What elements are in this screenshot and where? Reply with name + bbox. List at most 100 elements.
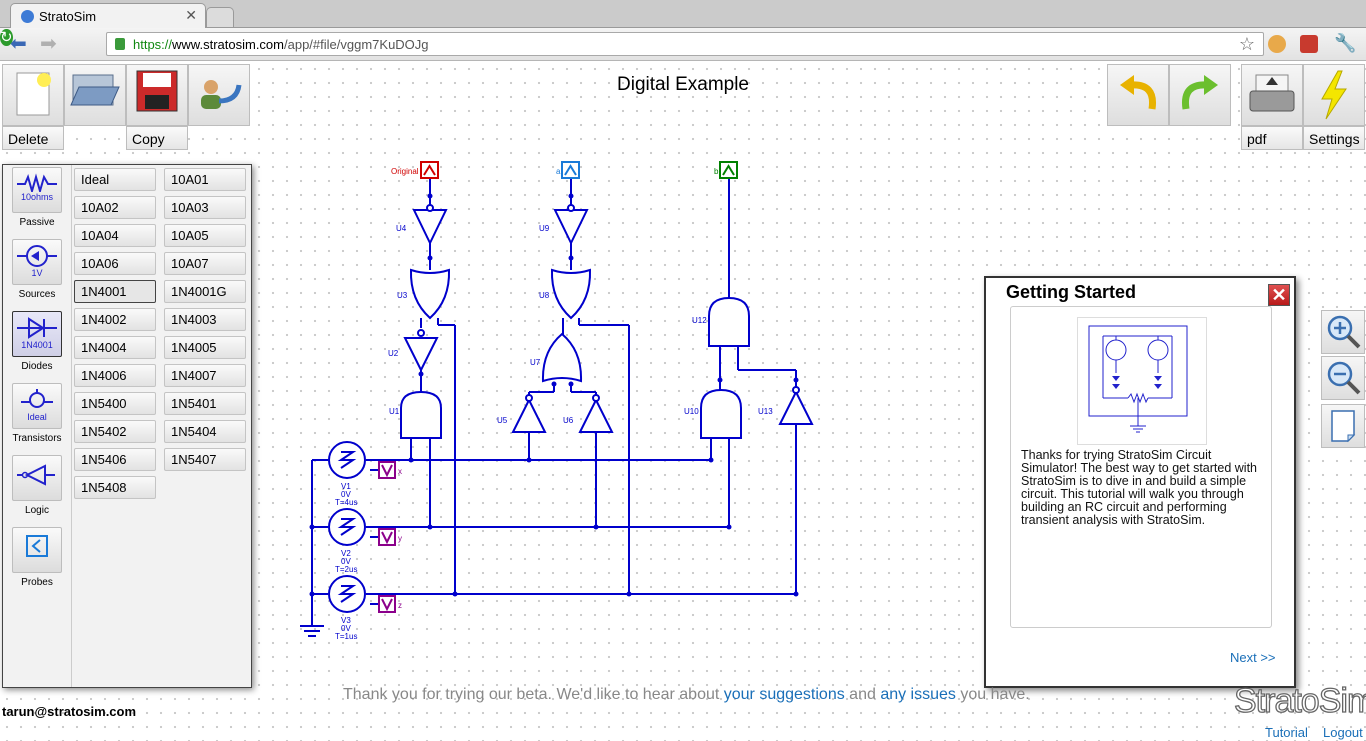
open-button[interactable] <box>64 64 126 126</box>
category-diodes[interactable]: 1N4001 <box>12 311 62 357</box>
part-1n5402[interactable]: 1N5402 <box>74 420 156 443</box>
probe-x[interactable] <box>378 461 396 479</box>
fit-page-button[interactable] <box>1321 404 1365 448</box>
tutorial-link[interactable]: Tutorial <box>1265 725 1308 740</box>
source-v2[interactable] <box>328 508 366 546</box>
part-1n4003[interactable]: 1N4003 <box>164 308 246 331</box>
settings-button[interactable] <box>1303 64 1365 126</box>
browser-tab-strip: StratoSim ✕ <box>0 0 1366 28</box>
zoom-out-button[interactable] <box>1321 356 1365 400</box>
dialog-close-button[interactable]: ✕ <box>1268 284 1290 306</box>
forward-arrow-icon[interactable]: ➡ <box>40 33 57 55</box>
probe-b[interactable] <box>719 161 738 179</box>
printer-icon <box>1249 74 1295 112</box>
category-transistors[interactable]: Ideal <box>12 383 62 429</box>
part-1n4001g[interactable]: 1N4001G <box>164 280 246 303</box>
undo-button[interactable] <box>1107 64 1169 126</box>
share-button[interactable] <box>188 64 250 126</box>
part-1n5407[interactable]: 1N5407 <box>164 448 246 471</box>
url-text[interactable]: https://www.stratosim.com/app/#file/vggm… <box>133 37 429 52</box>
label-u4: U4 <box>396 224 407 233</box>
gate-u6[interactable] <box>578 394 614 433</box>
part-1n4001[interactable]: 1N4001 <box>74 280 156 303</box>
part-1n4006[interactable]: 1N4006 <box>74 364 156 387</box>
label-u1: U1 <box>389 407 400 416</box>
part-1n4005[interactable]: 1N4005 <box>164 336 246 359</box>
wrench-menu-icon[interactable]: 🔧 <box>1334 33 1356 54</box>
gate-u9[interactable] <box>553 204 589 246</box>
label-u10: U10 <box>684 407 699 416</box>
part-1n5401[interactable]: 1N5401 <box>164 392 246 415</box>
extension-gplus-icon[interactable] <box>1300 35 1318 53</box>
category-sources[interactable]: 1V <box>12 239 62 285</box>
part-1n5400[interactable]: 1N5400 <box>74 392 156 415</box>
gate-u3[interactable] <box>409 268 451 320</box>
gate-u12[interactable] <box>708 296 750 347</box>
part-1n5404[interactable]: 1N5404 <box>164 420 246 443</box>
suggestions-link[interactable]: your suggestions <box>724 686 845 703</box>
zoom-in-button[interactable] <box>1321 310 1365 354</box>
part-1n4002[interactable]: 1N4002 <box>74 308 156 331</box>
part-1n5406[interactable]: 1N5406 <box>74 448 156 471</box>
category-logic[interactable] <box>12 455 62 501</box>
gate-u8[interactable] <box>550 268 592 320</box>
delete-button[interactable]: Delete <box>2 126 64 150</box>
part-10a06[interactable]: 10A06 <box>74 252 156 275</box>
probe-label-a: a <box>556 167 561 176</box>
part-1n4004[interactable]: 1N4004 <box>74 336 156 359</box>
gate-u7[interactable] <box>541 332 583 383</box>
print-pdf-button[interactable] <box>1241 64 1303 126</box>
back-arrow-icon[interactable]: ⬅ <box>10 33 27 55</box>
zoom-out-icon <box>1327 361 1361 395</box>
gate-u10[interactable] <box>700 388 742 439</box>
stratosim-logo: StratoSim <box>1233 681 1366 720</box>
part-10a05[interactable]: 10A05 <box>164 224 246 247</box>
part-1n4007[interactable]: 1N4007 <box>164 364 246 387</box>
address-bar[interactable]: https://www.stratosim.com/app/#file/vggm… <box>106 32 1264 56</box>
transistor-icon <box>21 389 53 408</box>
logout-link[interactable]: Logout <box>1323 725 1363 740</box>
part-ideal[interactable]: Ideal <box>74 168 156 191</box>
save-button[interactable] <box>126 64 188 126</box>
copy-button[interactable]: Copy <box>126 126 188 150</box>
url-scheme: https:// <box>133 37 173 52</box>
next-button[interactable]: Next >> <box>1230 650 1276 665</box>
part-10a04[interactable]: 10A04 <box>74 224 156 247</box>
probe-a[interactable] <box>561 161 580 179</box>
probe-z[interactable] <box>378 595 396 613</box>
extension-cookie-icon[interactable] <box>1268 35 1286 53</box>
document-title[interactable]: Digital Example <box>600 74 766 96</box>
part-10a03[interactable]: 10A03 <box>164 196 246 219</box>
bookmark-star-icon[interactable]: ☆ <box>1239 34 1255 55</box>
category-passive-icon-text: 10ohms <box>20 192 54 202</box>
circuit-schematic[interactable]: Original a b U4 U3 U2 U1 U9 U8 U7 U5 U6 … <box>285 152 825 652</box>
gate-u2[interactable] <box>403 329 439 373</box>
settings-label-button[interactable]: Settings <box>1303 126 1365 150</box>
category-probes[interactable] <box>12 527 62 573</box>
issues-link[interactable]: any issues <box>880 686 956 703</box>
gate-u1[interactable] <box>400 390 442 439</box>
new-tab-button[interactable] <box>206 7 234 27</box>
gate-u4[interactable] <box>412 204 448 246</box>
source-v3[interactable] <box>328 575 366 613</box>
user-email: tarun@stratosim.com <box>2 704 137 719</box>
probe-original[interactable] <box>420 161 439 179</box>
probe-label-z: z <box>398 601 402 610</box>
probe-y[interactable] <box>378 528 396 546</box>
gate-u13[interactable] <box>778 386 814 425</box>
browser-tab[interactable]: StratoSim ✕ <box>10 3 206 28</box>
stratosim-app: Delete Copy Digital Example pdf Settings… <box>0 62 1366 741</box>
redo-button[interactable] <box>1169 64 1231 126</box>
category-passive[interactable]: 10ohms <box>12 167 62 213</box>
part-1n5408[interactable]: 1N5408 <box>74 476 156 499</box>
gate-u5[interactable] <box>511 394 547 433</box>
part-10a02[interactable]: 10A02 <box>74 196 156 219</box>
part-10a01[interactable]: 10A01 <box>164 168 246 191</box>
new-document-button[interactable] <box>2 64 64 126</box>
tab-close-icon[interactable]: ✕ <box>185 7 197 24</box>
category-transistors-icon-text: Ideal <box>27 412 47 422</box>
part-10a07[interactable]: 10A07 <box>164 252 246 275</box>
redo-arrow-icon <box>1181 75 1218 110</box>
pdf-button[interactable]: pdf <box>1241 126 1303 150</box>
source-v1[interactable] <box>328 441 366 479</box>
